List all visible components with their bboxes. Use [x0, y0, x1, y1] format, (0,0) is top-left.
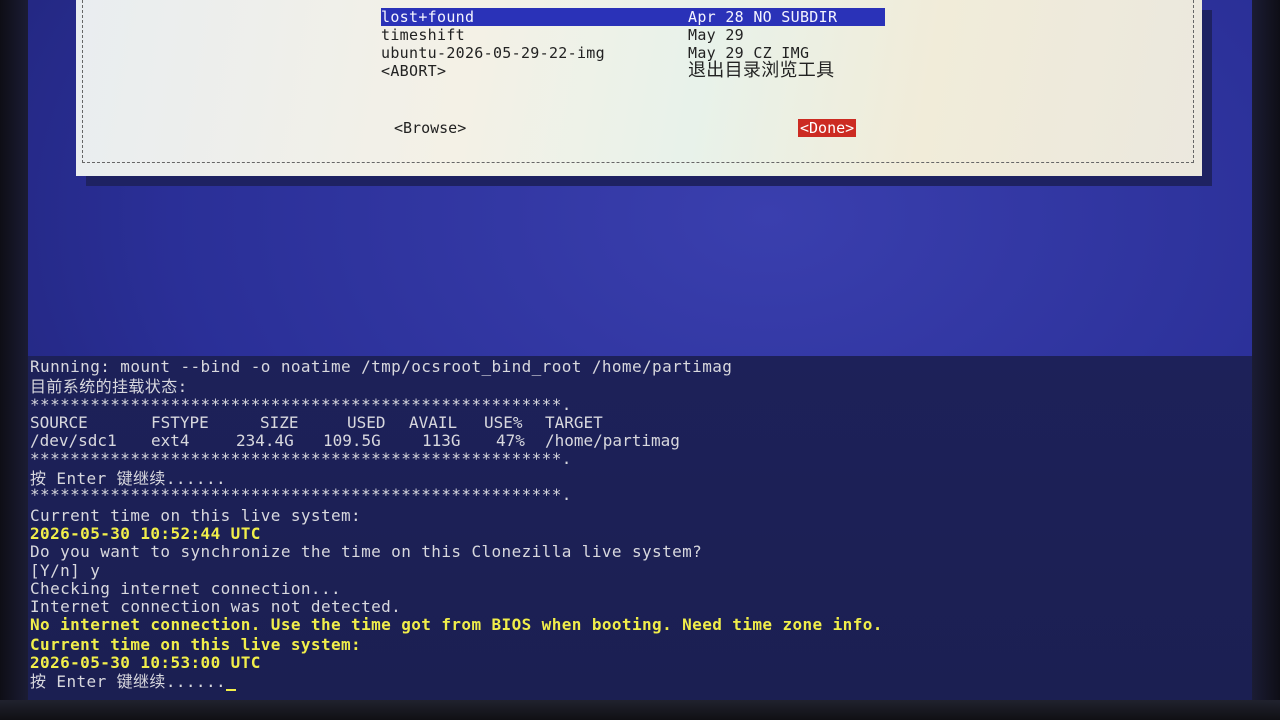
separator-line: ****************************************… [30, 449, 572, 468]
file-entry-timeshift[interactable]: timeshift May 29 [381, 26, 744, 44]
table-header-avail: AVAIL [409, 413, 458, 432]
terminal-console: Running: mount --bind -o noatime /tmp/oc… [28, 356, 1252, 700]
running-command: Running: mount --bind -o noatime /tmp/oc… [30, 357, 733, 376]
monitor-bezel-right [1252, 0, 1280, 720]
table-header-target: TARGET [545, 413, 603, 432]
file-entry-lost-found[interactable]: lost+found Apr 28 NO SUBDIR [381, 8, 885, 26]
sync-time-question: Do you want to synchronize the time on t… [30, 542, 703, 561]
text-cursor [226, 689, 237, 691]
current-time-value: 2026-05-30 10:52:44 UTC [30, 524, 261, 543]
file-entry-name: lost+found [381, 8, 475, 26]
file-entry-abort[interactable]: <ABORT> 退出目录浏览工具 [381, 62, 834, 81]
screen: lost+found Apr 28 NO SUBDIR timeshift Ma… [0, 0, 1280, 720]
internet-not-detected: Internet connection was not detected. [30, 597, 402, 616]
table-cell-use-percent: 47% [496, 431, 525, 450]
press-enter-text: 按 Enter 键继续...... [30, 672, 227, 691]
current-time-label-2: Current time on this live system: [30, 635, 362, 654]
table-header-use-percent: USE% [484, 413, 523, 432]
directory-browser-dialog: lost+found Apr 28 NO SUBDIR timeshift Ma… [76, 0, 1202, 176]
monitor-bezel-bottom [0, 700, 1280, 720]
table-cell-avail: 113G [422, 431, 461, 450]
done-button[interactable]: <Done> [798, 119, 857, 137]
table-cell-size: 234.4G [236, 431, 294, 450]
current-time-value-2: 2026-05-30 10:53:00 UTC [30, 653, 261, 672]
checking-internet: Checking internet connection... [30, 579, 342, 598]
table-header-size: SIZE [260, 413, 299, 432]
file-entry-info: 退出目录浏览工具 [688, 60, 835, 81]
separator-line: ****************************************… [30, 395, 572, 414]
current-time-label: Current time on this live system: [30, 506, 362, 525]
separator-line: ****************************************… [30, 485, 572, 504]
table-header-fstype: FSTYPE [151, 413, 209, 432]
table-cell-target: /home/partimag [545, 431, 680, 450]
press-enter-prompt-2[interactable]: 按 Enter 键继续...... [30, 672, 237, 691]
file-entry-name: timeshift [381, 26, 465, 44]
table-header-source: SOURCE [30, 413, 88, 432]
table-cell-fstype: ext4 [151, 431, 190, 450]
table-cell-used: 109.5G [323, 431, 381, 450]
monitor-bezel-left [0, 0, 28, 720]
browse-button[interactable]: <Browse> [392, 119, 468, 137]
file-entry-info: Apr 28 NO SUBDIR [688, 8, 838, 26]
yn-answer: [Y/n] y [30, 561, 101, 580]
file-entry-info: May 29 [688, 26, 744, 44]
file-entry-ubuntu-img[interactable]: ubuntu-2026-05-29-22-img May 29 CZ IMG [381, 44, 809, 62]
table-cell-source: /dev/sdc1 [30, 431, 117, 450]
file-entry-name: <ABORT> [381, 62, 447, 80]
no-internet-warning: No internet connection. Use the time got… [30, 615, 883, 634]
mount-status-heading: 目前系统的挂载状态: [30, 377, 188, 396]
table-header-used: USED [347, 413, 386, 432]
file-entry-name: ubuntu-2026-05-29-22-img [381, 44, 605, 62]
